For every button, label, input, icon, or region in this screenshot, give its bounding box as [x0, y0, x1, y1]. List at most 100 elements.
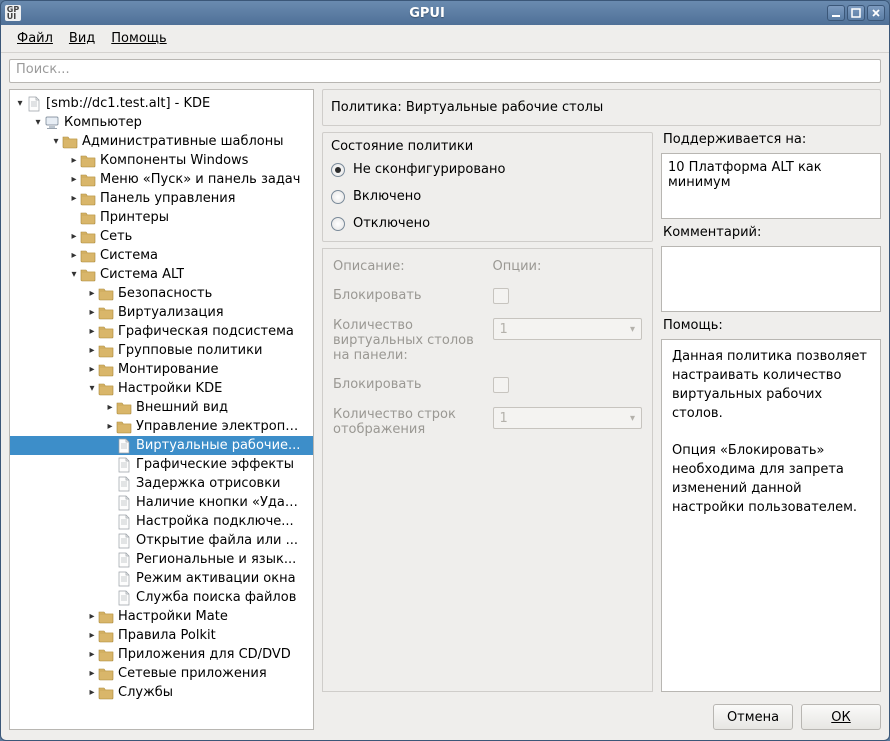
tree-item[interactable]: ▸Правила Polkit: [10, 626, 313, 645]
close-button[interactable]: [867, 5, 885, 21]
folder-icon: [80, 191, 96, 207]
tree-item[interactable]: ▸ Виртуализация: [10, 303, 313, 322]
expander-icon[interactable]: ▾: [86, 383, 98, 394]
lock-checkbox-1: [493, 288, 509, 304]
menu-view[interactable]: Вид: [61, 29, 103, 48]
document-icon: [116, 552, 132, 568]
tree-item-label: Административные шаблоны: [80, 134, 284, 149]
tree-item[interactable]: Наличие кнопки «Уда…: [10, 493, 313, 512]
tree-item-label: Виртуализация: [116, 305, 224, 320]
tree-item[interactable]: ▸Безопасность: [10, 284, 313, 303]
tree-item[interactable]: ▸Система: [10, 246, 313, 265]
radio-enabled[interactable]: Включено: [331, 189, 644, 204]
tree-item-label: Служба поиска файлов: [134, 590, 296, 605]
expander-icon[interactable]: ▸: [86, 345, 98, 356]
tree-item[interactable]: ▾[smb://dc1.test.alt] - KDE: [10, 94, 313, 113]
menu-help[interactable]: Помощь: [103, 29, 174, 48]
expander-icon[interactable]: ▸: [68, 250, 80, 261]
window-title: GPUI: [27, 6, 827, 21]
tree-item-label: Компьютер: [62, 115, 142, 130]
supported-value[interactable]: 10 Платформа ALT как минимум: [661, 153, 881, 219]
tree-item[interactable]: ▾Система ALT: [10, 265, 313, 284]
expander-icon[interactable]: ▸: [68, 155, 80, 166]
expander-icon[interactable]: ▾: [50, 136, 62, 147]
folder-icon: [98, 381, 114, 397]
tree-item[interactable]: ▾ Настройки KDE: [10, 379, 313, 398]
folder-icon: [98, 628, 114, 644]
tree-item[interactable]: ▸Монтирование: [10, 360, 313, 379]
tree-item[interactable]: Виртуальные рабочие...: [10, 436, 313, 455]
expander-icon[interactable]: ▸: [86, 630, 98, 641]
tree-item[interactable]: ▾ Административные шаблоны: [10, 132, 313, 151]
tree-item[interactable]: ▸Внешний вид: [10, 398, 313, 417]
search-input[interactable]: [16, 62, 874, 77]
tree-item[interactable]: ▸Графическая подсистема: [10, 322, 313, 341]
expander-icon[interactable]: ▸: [104, 402, 116, 413]
folder-icon: [98, 362, 114, 378]
document-icon: [116, 495, 132, 511]
expander-icon[interactable]: ▾: [32, 117, 44, 128]
tree-item-label: Наличие кнопки «Уда…: [134, 495, 298, 510]
policy-state-heading: Состояние политики: [323, 133, 652, 162]
tree-item[interactable]: ▸Приложения для CD/DVD: [10, 645, 313, 664]
tree-item[interactable]: ▸Компоненты Windows: [10, 151, 313, 170]
expander-icon[interactable]: ▸: [86, 307, 98, 318]
expander-icon[interactable]: ▸: [68, 231, 80, 242]
minimize-button[interactable]: [827, 5, 845, 21]
comment-box[interactable]: [661, 246, 881, 312]
tree-item[interactable]: Открытие файла или ...: [10, 531, 313, 550]
ok-button[interactable]: ОК: [801, 704, 881, 730]
menu-file[interactable]: Файл: [9, 29, 61, 48]
tree-item[interactable]: Служба поиска файлов: [10, 588, 313, 607]
tree-item[interactable]: Задержка отрисовки: [10, 474, 313, 493]
tree-item[interactable]: ▾ Компьютер: [10, 113, 313, 132]
tree-item[interactable]: ▸Службы: [10, 683, 313, 702]
tree-item[interactable]: Настройка подключе...: [10, 512, 313, 531]
rows-count-label: Количество строк отображения: [333, 407, 483, 437]
help-text: Данная политика позволяет настраивать ко…: [661, 339, 881, 692]
tree-item-label: Настройка подключе...: [134, 514, 294, 529]
tree-item-label: Графические эффекты: [134, 457, 294, 472]
tree-item[interactable]: Режим активации окна: [10, 569, 313, 588]
radio-disabled[interactable]: Отключено: [331, 216, 644, 231]
lock-label-2: Блокировать: [333, 377, 483, 393]
radio-icon: [331, 190, 345, 204]
radio-not-configured[interactable]: Не сконфигурировано: [331, 162, 644, 177]
folder-icon: [98, 286, 114, 302]
expander-icon[interactable]: ▸: [68, 174, 80, 185]
tree-view[interactable]: ▾[smb://dc1.test.alt] - KDE▾Компьютер▾Ад…: [9, 89, 314, 730]
tree-item[interactable]: ▸Групповые политики: [10, 341, 313, 360]
expander-icon[interactable]: ▸: [86, 611, 98, 622]
cancel-button[interactable]: Отмена: [713, 704, 793, 730]
expander-icon[interactable]: ▸: [86, 649, 98, 660]
expander-icon[interactable]: ▾: [68, 269, 80, 280]
expander-icon[interactable]: ▸: [68, 193, 80, 204]
search-field[interactable]: [9, 59, 881, 83]
tree-item[interactable]: ▸Панель управления: [10, 189, 313, 208]
expander-icon[interactable]: ▾: [14, 98, 26, 109]
tree-item[interactable]: ▸Сетевые приложения: [10, 664, 313, 683]
tree-item[interactable]: Графические эффекты: [10, 455, 313, 474]
maximize-button[interactable]: [847, 5, 865, 21]
expander-icon[interactable]: ▸: [86, 668, 98, 679]
tree-item[interactable]: ▸Настройки Mate: [10, 607, 313, 626]
tree-item[interactable]: ▸Управление электроп…: [10, 417, 313, 436]
expander-icon[interactable]: ▸: [86, 687, 98, 698]
expander-icon[interactable]: ▸: [104, 421, 116, 432]
tree-item[interactable]: ▸Сеть: [10, 227, 313, 246]
folder-icon: [80, 229, 96, 245]
supported-label: Поддерживается на:: [661, 132, 881, 147]
tree-item[interactable]: ▸Меню «Пуск» и панель задач: [10, 170, 313, 189]
rows-count-select: 1▾: [493, 407, 643, 429]
document-icon: [116, 514, 132, 530]
document-icon: [116, 438, 132, 454]
tree-item-label: Настройки KDE: [116, 381, 222, 396]
computer-icon: [44, 115, 60, 131]
tree-item[interactable]: Региональные и язык...: [10, 550, 313, 569]
virtual-count-select: 1▾: [493, 318, 643, 340]
tree-item[interactable]: Принтеры: [10, 208, 313, 227]
expander-icon[interactable]: ▸: [86, 326, 98, 337]
expander-icon[interactable]: ▸: [86, 364, 98, 375]
expander-icon[interactable]: ▸: [86, 288, 98, 299]
radio-label: Включено: [353, 189, 421, 204]
